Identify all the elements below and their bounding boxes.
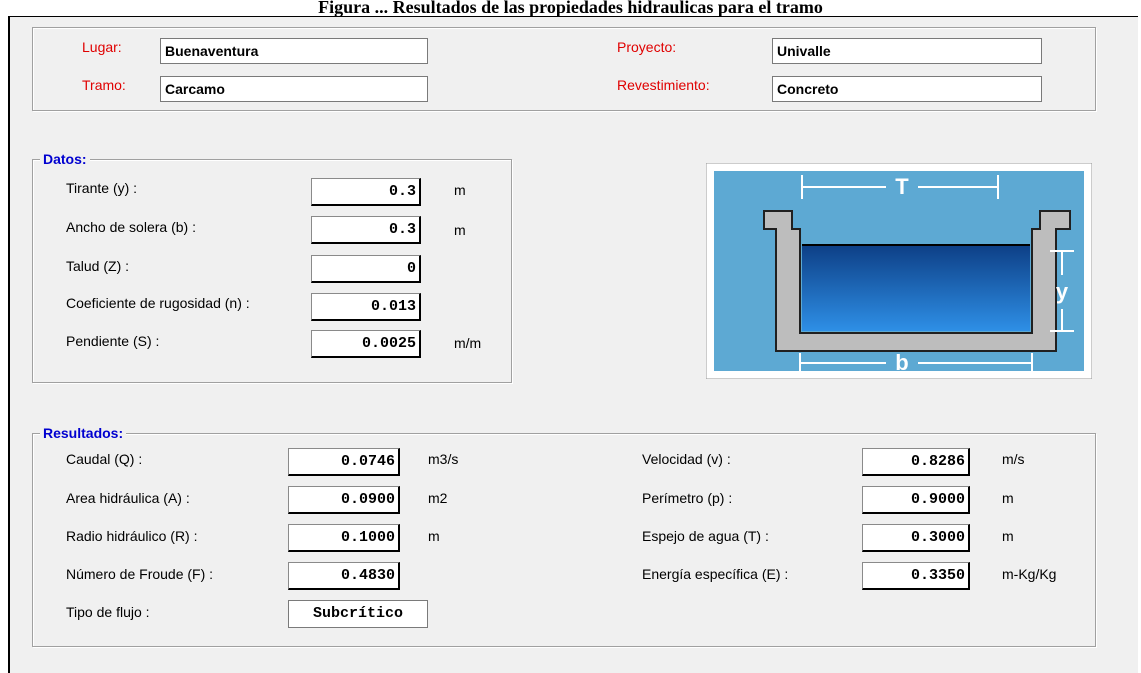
rugosidad-input[interactable]: 0.013 bbox=[311, 293, 421, 321]
datos-row-unit: m/m bbox=[454, 335, 482, 351]
resultados-unit: m2 bbox=[428, 490, 448, 506]
resultados-label: Radio hidráulico (R) : bbox=[66, 528, 198, 544]
resultados-label: Caudal (Q) : bbox=[66, 451, 143, 467]
diagram-label-y: y bbox=[1056, 279, 1069, 304]
pendiente-input[interactable]: 0.0025 bbox=[311, 330, 421, 358]
resultados-unit: m bbox=[1002, 528, 1014, 544]
proyecto-label: Proyecto: bbox=[617, 39, 677, 55]
resultados-label: Espejo de agua (T) : bbox=[642, 528, 769, 544]
perimetro-output[interactable]: 0.9000 bbox=[862, 486, 970, 514]
resultados-title: Resultados: bbox=[40, 425, 127, 441]
caudal-output[interactable]: 0.0746 bbox=[288, 448, 400, 476]
talud-input[interactable]: 0 bbox=[311, 255, 421, 283]
resultados-label: Número de Froude (F) : bbox=[66, 566, 214, 582]
datos-row-label: Coeficiente de rugosidad (n) : bbox=[66, 295, 250, 311]
datos-row-label: Tirante (y) : bbox=[66, 180, 138, 196]
channel-diagram: T y b bbox=[705, 162, 1093, 380]
datos-row-unit: m bbox=[454, 182, 466, 198]
resultados-unit: m bbox=[428, 528, 440, 544]
datos-row-unit: m bbox=[454, 222, 466, 238]
diagram-label-b: b bbox=[895, 350, 908, 375]
area-output[interactable]: 0.0900 bbox=[288, 486, 400, 514]
resultados-label: Velocidad (v) : bbox=[642, 451, 731, 467]
resultados-unit: m3/s bbox=[428, 451, 459, 467]
resultados-label: Area hidráulica (A) : bbox=[66, 490, 190, 506]
tipo-flujo-label: Tipo de flujo : bbox=[66, 604, 150, 620]
tipo-flujo-output[interactable]: Subcrítico bbox=[288, 600, 428, 628]
resultados-unit: m-Kg/Kg bbox=[1002, 566, 1057, 582]
resultados-unit: m bbox=[1002, 490, 1014, 506]
datos-row-label: Talud (Z) : bbox=[66, 258, 130, 274]
lugar-field[interactable]: Buenaventura bbox=[160, 38, 428, 64]
resultados-label: Energía específica (E) : bbox=[642, 566, 789, 582]
figure-caption: Figura ... Resultados de las propiedades… bbox=[318, 0, 823, 16]
datos-title: Datos: bbox=[40, 151, 90, 167]
tramo-label: Tramo: bbox=[82, 77, 126, 93]
revestimiento-field[interactable]: Concreto bbox=[772, 76, 1042, 102]
lugar-label: Lugar: bbox=[82, 39, 122, 55]
app-window: Lugar: Buenaventura Tramo: Carcamo Proye… bbox=[8, 16, 1138, 673]
tramo-field[interactable]: Carcamo bbox=[160, 76, 428, 102]
resultados-unit: m/s bbox=[1002, 451, 1025, 467]
energia-output[interactable]: 0.3350 bbox=[862, 562, 970, 590]
revestimiento-label: Revestimiento: bbox=[617, 77, 710, 93]
velocidad-output[interactable]: 0.8286 bbox=[862, 448, 970, 476]
espejo-output[interactable]: 0.3000 bbox=[862, 524, 970, 552]
channel-section-graphic: T y b bbox=[705, 162, 1093, 380]
froude-output[interactable]: 0.4830 bbox=[288, 562, 400, 590]
tirante-input[interactable]: 0.3 bbox=[311, 178, 421, 206]
datos-row-label: Pendiente (S) : bbox=[66, 333, 160, 349]
datos-row-label: Ancho de solera (b) : bbox=[66, 219, 196, 235]
proyecto-field[interactable]: Univalle bbox=[772, 38, 1042, 64]
resultados-label: Perímetro (p) : bbox=[642, 490, 733, 506]
radio-output[interactable]: 0.1000 bbox=[288, 524, 400, 552]
water-body bbox=[802, 245, 1030, 331]
ancho-solera-input[interactable]: 0.3 bbox=[311, 216, 421, 244]
diagram-label-T: T bbox=[895, 174, 909, 199]
